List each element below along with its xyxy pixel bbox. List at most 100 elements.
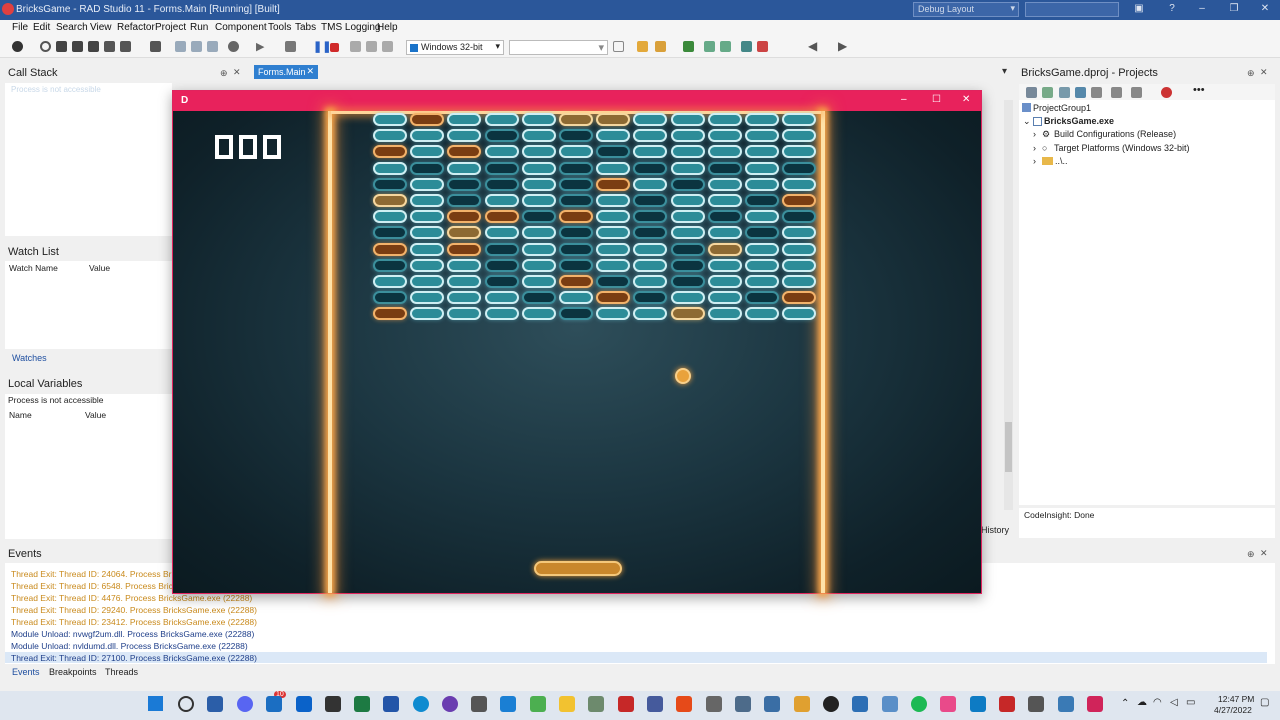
- build-icon[interactable]: [1161, 87, 1172, 98]
- forward-icon[interactable]: ▶: [838, 39, 847, 53]
- ide-search-input[interactable]: [1025, 2, 1119, 17]
- layout-icon[interactable]: ▣: [1132, 3, 1146, 17]
- more-icon[interactable]: •••: [1193, 84, 1205, 96]
- watches-tab[interactable]: Watches: [12, 353, 47, 363]
- menu-project[interactable]: Project: [155, 22, 186, 33]
- app-icon[interactable]: [764, 696, 780, 712]
- history-tab[interactable]: History: [981, 525, 1009, 535]
- save-all-icon[interactable]: [88, 41, 99, 52]
- menu-edit[interactable]: Edit: [33, 22, 50, 33]
- view-icon[interactable]: [1131, 87, 1142, 98]
- options-icon[interactable]: [741, 41, 752, 52]
- app-icon[interactable]: [852, 696, 868, 712]
- filezilla-icon[interactable]: [618, 696, 634, 712]
- menu-tabs[interactable]: Tabs: [295, 22, 316, 33]
- edit-icon[interactable]: [104, 41, 115, 52]
- menu-tms-logging[interactable]: TMS Logging: [321, 22, 380, 33]
- clock-date[interactable]: 4/27/2022: [1214, 705, 1252, 715]
- chevron-down-icon[interactable]: ⌄: [1023, 116, 1031, 127]
- sync-icon[interactable]: [1026, 87, 1037, 98]
- skype-icon[interactable]: [970, 696, 986, 712]
- excel-icon[interactable]: [354, 696, 370, 712]
- tools-icon[interactable]: [120, 41, 131, 52]
- run-icon[interactable]: ▶: [256, 40, 264, 53]
- cloud-icon[interactable]: ☁: [1137, 697, 1147, 708]
- menu-search[interactable]: Search: [56, 22, 88, 33]
- discord-icon[interactable]: [237, 696, 253, 712]
- project-group[interactable]: ProjectGroup1: [1033, 103, 1091, 113]
- save-icon[interactable]: [72, 41, 83, 52]
- minimize-icon[interactable]: –: [1195, 3, 1209, 17]
- game-playfield[interactable]: 000: [173, 111, 981, 593]
- game-minimize-icon[interactable]: –: [901, 94, 907, 105]
- globe-icon[interactable]: [12, 41, 23, 52]
- wifi-icon[interactable]: ◠: [1153, 697, 1162, 708]
- app-icon[interactable]: [1058, 696, 1074, 712]
- tab-breakpoints[interactable]: Breakpoints: [49, 667, 97, 677]
- form-icon[interactable]: [207, 41, 218, 52]
- open-icon[interactable]: [56, 41, 67, 52]
- menu-view[interactable]: View: [90, 22, 112, 33]
- pause-icon[interactable]: ❚❚: [313, 40, 331, 53]
- save-project-icon[interactable]: [683, 41, 694, 52]
- folder-item[interactable]: ..\..: [1055, 156, 1068, 166]
- menu-component[interactable]: Component: [215, 22, 267, 33]
- back-icon[interactable]: ◀: [808, 39, 817, 53]
- folder-icon[interactable]: [559, 696, 575, 712]
- project-exe[interactable]: BricksGame.exe: [1044, 116, 1114, 126]
- events-pin-icon[interactable]: ⊕: [1247, 549, 1255, 560]
- menu-run[interactable]: Run: [190, 22, 208, 33]
- bricksgame-taskbar-icon[interactable]: [1087, 696, 1103, 712]
- device-icon[interactable]: [613, 41, 624, 52]
- paddle[interactable]: [534, 561, 622, 576]
- menu-file[interactable]: File: [12, 22, 28, 33]
- terminal-icon[interactable]: [325, 696, 341, 712]
- app-icon[interactable]: [676, 696, 692, 712]
- clock-time[interactable]: 12:47 PM: [1218, 694, 1254, 704]
- target-icon[interactable]: [228, 41, 239, 52]
- spotify-icon[interactable]: [911, 696, 927, 712]
- game-close-icon[interactable]: ✕: [962, 94, 970, 105]
- volume-icon[interactable]: ◁: [1170, 697, 1178, 708]
- events-close-icon[interactable]: ✕: [1260, 548, 1268, 559]
- restore-icon[interactable]: ❐: [1227, 3, 1241, 17]
- key-icon[interactable]: [794, 696, 810, 712]
- watch-value-header[interactable]: Value: [89, 263, 110, 273]
- stack-icon[interactable]: [150, 41, 161, 52]
- tab-threads[interactable]: Threads: [105, 667, 138, 677]
- outlook-icon[interactable]: [296, 696, 312, 712]
- mail-icon[interactable]: [266, 696, 282, 712]
- trace-icon[interactable]: [382, 41, 393, 52]
- search-icon[interactable]: [178, 696, 194, 712]
- app-icon[interactable]: [647, 696, 663, 712]
- build-configurations[interactable]: Build Configurations (Release): [1054, 129, 1176, 139]
- search-icon[interactable]: [40, 41, 51, 52]
- menu-tools[interactable]: Tools: [268, 22, 291, 33]
- cloud-icon[interactable]: [882, 696, 898, 712]
- close-all-icon[interactable]: [757, 41, 768, 52]
- local-name-header[interactable]: Name: [9, 410, 32, 420]
- refresh-icon[interactable]: [1075, 87, 1086, 98]
- edge-icon[interactable]: [413, 696, 429, 712]
- collapse-icon[interactable]: [1091, 87, 1102, 98]
- config-select[interactable]: [509, 40, 608, 55]
- tab-forms-main[interactable]: Forms.Main ✕: [254, 65, 318, 79]
- platform-select[interactable]: Windows 32-bit: [406, 40, 504, 55]
- rad-studio-icon[interactable]: [999, 696, 1015, 712]
- open-project-icon[interactable]: [655, 41, 666, 52]
- app-icon[interactable]: [1028, 696, 1044, 712]
- add-file-icon[interactable]: [704, 41, 715, 52]
- app-icon[interactable]: [706, 696, 722, 712]
- local-value-header[interactable]: Value: [85, 410, 106, 420]
- tab-list-icon[interactable]: ▾: [1002, 66, 1007, 77]
- paste-icon[interactable]: [191, 41, 202, 52]
- editor-scrollbar[interactable]: [1004, 100, 1013, 510]
- layout-select[interactable]: Debug Layout: [913, 2, 1019, 17]
- app-icon[interactable]: [940, 696, 956, 712]
- close-icon[interactable]: ✕: [1258, 3, 1272, 17]
- chevron-right-icon[interactable]: ›: [1033, 143, 1036, 153]
- obs-icon[interactable]: [442, 696, 458, 712]
- projects-close-icon[interactable]: ✕: [1260, 67, 1268, 78]
- tab-events[interactable]: Events: [12, 667, 40, 677]
- chevron-right-icon[interactable]: ›: [1033, 129, 1036, 139]
